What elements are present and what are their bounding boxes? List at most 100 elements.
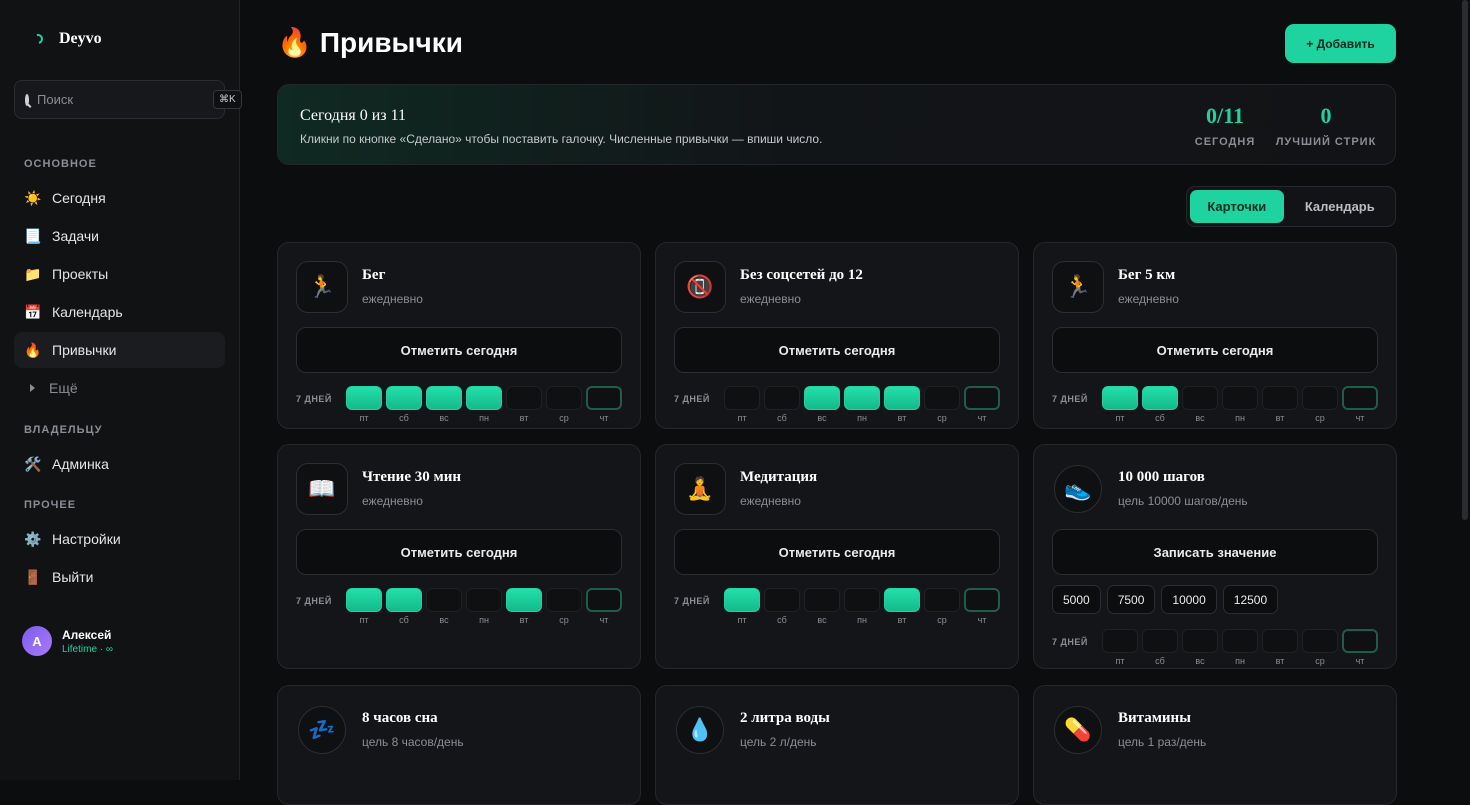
value-chips: 5000 7500 10000 12500 bbox=[1052, 585, 1279, 614]
day-box[interactable] bbox=[724, 386, 760, 410]
day-box[interactable] bbox=[1142, 386, 1178, 410]
sidebar-item-today[interactable]: ☀️ Сегодня bbox=[14, 180, 225, 216]
add-habit-button[interactable]: + Добавить bbox=[1285, 24, 1396, 63]
mark-today-button[interactable]: Отметить сегодня bbox=[296, 529, 622, 575]
day-label: пт bbox=[1115, 413, 1125, 423]
day-box[interactable] bbox=[804, 386, 840, 410]
day-box[interactable] bbox=[586, 588, 622, 612]
day-box[interactable] bbox=[1182, 629, 1218, 653]
scrollbar[interactable] bbox=[1462, 0, 1468, 520]
view-toggle: Карточки Календарь bbox=[1186, 186, 1396, 227]
value-chip[interactable]: 5000 bbox=[1052, 585, 1101, 614]
day-box[interactable] bbox=[1262, 629, 1298, 653]
sidebar-item-settings[interactable]: ⚙️ Настройки bbox=[14, 521, 225, 557]
day-box[interactable] bbox=[1102, 386, 1138, 410]
sidebar-item-habits[interactable]: 🔥 Привычки bbox=[14, 332, 225, 368]
day-label: сб bbox=[777, 413, 787, 423]
mark-today-button[interactable]: Отметить сегодня bbox=[674, 529, 1000, 575]
search-input[interactable] bbox=[37, 92, 213, 107]
day-box[interactable] bbox=[724, 588, 760, 612]
sidebar-item-tasks[interactable]: 📃 Задачи bbox=[14, 218, 225, 254]
sidebar-item-label: Привычки bbox=[52, 342, 117, 358]
value-chip[interactable]: 7500 bbox=[1106, 585, 1156, 614]
day-cell: пн bbox=[1222, 629, 1258, 666]
habit-card-vitamins[interactable]: 💊 Витамины цель 1 раз/день bbox=[1033, 685, 1397, 805]
day-box[interactable] bbox=[1302, 629, 1338, 653]
book-icon: 📖 bbox=[296, 463, 348, 515]
day-box[interactable] bbox=[884, 386, 920, 410]
habit-card-run-5k[interactable]: 🏃 Бег 5 км ежедневно Отметить сегодня 7 Д… bbox=[1033, 242, 1397, 429]
day-box[interactable] bbox=[884, 588, 920, 612]
sidebar-item-more[interactable]: Ещё bbox=[14, 370, 225, 406]
day-box[interactable] bbox=[546, 588, 582, 612]
day-box[interactable] bbox=[586, 386, 622, 410]
day-cell: ср bbox=[1302, 629, 1338, 666]
habit-card-water[interactable]: 💧 2 литра воды цель 2 л/день bbox=[655, 685, 1019, 805]
day-box[interactable] bbox=[924, 386, 960, 410]
day-box[interactable] bbox=[466, 386, 502, 410]
day-box[interactable] bbox=[466, 588, 502, 612]
day-box[interactable] bbox=[386, 386, 422, 410]
habit-card-steps[interactable]: 👟 10 000 шагов цель 10000 шагов/день Запи… bbox=[1033, 444, 1397, 669]
day-box[interactable] bbox=[804, 588, 840, 612]
day-cell: пн bbox=[1222, 386, 1258, 423]
day-box[interactable] bbox=[506, 386, 542, 410]
view-cards-tab[interactable]: Карточки bbox=[1190, 190, 1284, 223]
day-label: вс bbox=[1195, 656, 1205, 666]
user-profile[interactable]: А Алексей Lifetime · ∞ bbox=[22, 626, 113, 656]
day-box[interactable] bbox=[506, 588, 542, 612]
sidebar-item-admin[interactable]: 🛠️ Админка bbox=[14, 446, 225, 482]
day-box[interactable] bbox=[386, 588, 422, 612]
day-box[interactable] bbox=[1182, 386, 1218, 410]
day-box[interactable] bbox=[964, 386, 1000, 410]
search-box[interactable]: ⌘K bbox=[14, 80, 242, 119]
day-box[interactable] bbox=[924, 588, 960, 612]
habit-name: Медитация bbox=[740, 469, 818, 485]
sidebar-item-projects[interactable]: 📁 Проекты bbox=[14, 256, 225, 292]
day-box[interactable] bbox=[1142, 629, 1178, 653]
day-box[interactable] bbox=[844, 588, 880, 612]
day-box[interactable] bbox=[844, 386, 880, 410]
habit-card-meditation[interactable]: 🧘 Медитация ежедневно Отметить сегодня 7 … bbox=[655, 444, 1019, 669]
day-box[interactable] bbox=[764, 386, 800, 410]
folder-icon: 📁 bbox=[24, 265, 42, 282]
day-label: пн bbox=[479, 413, 489, 423]
day-box[interactable] bbox=[346, 588, 382, 612]
day-box[interactable] bbox=[346, 386, 382, 410]
day-box[interactable] bbox=[1222, 629, 1258, 653]
day-box[interactable] bbox=[964, 588, 1000, 612]
day-box[interactable] bbox=[1342, 386, 1378, 410]
day-box[interactable] bbox=[1342, 629, 1378, 653]
fire-icon: 🔥 bbox=[277, 27, 312, 58]
day-box[interactable] bbox=[426, 386, 462, 410]
day-box[interactable] bbox=[1302, 386, 1338, 410]
mark-today-button[interactable]: Отметить сегодня bbox=[1052, 327, 1378, 373]
day-box[interactable] bbox=[546, 386, 582, 410]
mark-today-button[interactable]: Отметить сегодня bbox=[674, 327, 1000, 373]
day-cell: сб bbox=[764, 386, 800, 423]
view-calendar-tab[interactable]: Календарь bbox=[1288, 190, 1392, 223]
day-cell: ср bbox=[546, 588, 582, 625]
section-label-owner: ВЛАДЕЛЬЦУ bbox=[24, 424, 103, 436]
habit-card-reading[interactable]: 📖 Чтение 30 мин ежедневно Отметить сегодн… bbox=[277, 444, 641, 669]
habit-card-run[interactable]: 🏃 Бег ежедневно Отметить сегодня 7 ДНЕЙ п… bbox=[277, 242, 641, 429]
brand[interactable]: Deyvo bbox=[31, 30, 102, 48]
value-chip[interactable]: 10000 bbox=[1161, 585, 1217, 614]
user-plan: Lifetime · ∞ bbox=[62, 643, 114, 655]
day-box[interactable] bbox=[426, 588, 462, 612]
mark-today-button[interactable]: Отметить сегодня bbox=[296, 327, 622, 373]
habit-card-sleep[interactable]: 💤 8 часов сна цель 8 часов/день bbox=[277, 685, 641, 805]
day-box[interactable] bbox=[764, 588, 800, 612]
day-box[interactable] bbox=[1102, 629, 1138, 653]
record-value-button[interactable]: Записать значение bbox=[1052, 529, 1378, 575]
day-box[interactable] bbox=[1262, 386, 1298, 410]
day-box[interactable] bbox=[1222, 386, 1258, 410]
value-chip[interactable]: 12500 bbox=[1222, 585, 1279, 614]
stat-streak: 0 ЛУЧШИЙ СТРИК bbox=[1274, 103, 1378, 148]
habit-frequency: ежедневно bbox=[740, 292, 801, 306]
sidebar-item-logout[interactable]: 🚪 Выйти bbox=[14, 559, 225, 595]
sidebar-item-calendar[interactable]: 📅 Календарь bbox=[14, 294, 225, 330]
droplet-icon: 💧 bbox=[676, 706, 724, 754]
brand-name: Deyvo bbox=[59, 30, 102, 47]
habit-card-no-phone[interactable]: 📵 Без соцсетей до 12 ежедневно Отметить с… bbox=[655, 242, 1019, 429]
